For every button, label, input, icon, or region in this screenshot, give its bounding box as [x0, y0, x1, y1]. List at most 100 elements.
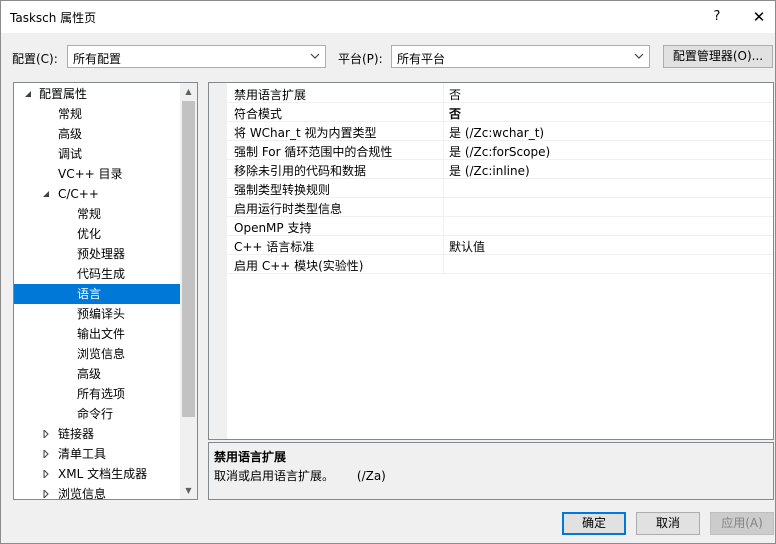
scrollbar-thumb[interactable] — [182, 101, 195, 417]
tree-item[interactable]: 高级 — [14, 124, 180, 144]
platform-label: 平台(P): — [338, 52, 383, 66]
tree-item[interactable]: 常规 — [14, 104, 180, 124]
tree-item-label: 链接器 — [58, 427, 95, 441]
scroll-up-icon[interactable]: ▲ — [180, 83, 197, 100]
tree-scrollbar[interactable]: ▲ ▼ — [180, 83, 197, 499]
tree-item-label: 命令行 — [77, 407, 114, 421]
property-row[interactable]: C++ 语言标准 默认值 — [209, 236, 773, 255]
property-value[interactable]: 否 — [449, 105, 461, 122]
tree-item-label: 常规 — [58, 107, 83, 121]
property-name: 将 WChar_t 视为内置类型 — [234, 126, 377, 140]
tree-item-label: 优化 — [77, 227, 102, 241]
cancel-button[interactable]: 取消 — [636, 512, 700, 535]
description-panel: 禁用语言扩展 取消或启用语言扩展。 (/Za) — [208, 442, 774, 500]
collapsed-triangle-icon[interactable] — [42, 470, 50, 478]
chevron-down-icon — [310, 53, 320, 59]
tree-item[interactable]: 所有选项 — [14, 384, 180, 404]
tree-item[interactable]: 配置属性 — [14, 84, 180, 104]
property-row[interactable]: 符合模式 否 — [209, 103, 773, 122]
tree-item-label: C/C++ — [58, 187, 99, 201]
tree-item-label: 高级 — [58, 127, 83, 141]
property-name: 符合模式 — [234, 107, 283, 121]
property-name: 强制类型转换规则 — [234, 183, 331, 197]
tree-item-label: VC++ 目录 — [58, 167, 123, 181]
tree-item[interactable]: 清单工具 — [14, 444, 180, 464]
tree-item-label: XML 文档生成器 — [58, 467, 148, 481]
tree-item-label: 预处理器 — [77, 247, 126, 261]
tree-item-label: 浏览信息 — [77, 347, 126, 361]
config-dropdown-value: 所有配置 — [73, 52, 122, 66]
apply-button[interactable]: 应用(A) — [710, 512, 774, 535]
tree-item-label: 浏览信息 — [58, 487, 107, 500]
property-row[interactable]: 移除未引用的代码和数据 是 (/Zc:inline) — [209, 160, 773, 179]
title-bar: Tasksch 属性页 ? ✕ — [1, 1, 775, 33]
property-row[interactable]: 将 WChar_t 视为内置类型 是 (/Zc:wchar_t) — [209, 122, 773, 141]
tree-item-label: 代码生成 — [77, 267, 126, 281]
help-button[interactable]: ? — [701, 4, 733, 30]
tree-item[interactable]: 常规 — [14, 204, 180, 224]
description-title: 禁用语言扩展 — [214, 450, 287, 464]
tree-item-label: 高级 — [77, 367, 102, 381]
tree-item-label: 清单工具 — [58, 447, 107, 461]
property-value[interactable]: 是 (/Zc:forScope) — [449, 143, 550, 160]
platform-dropdown-value: 所有平台 — [397, 52, 446, 66]
expanded-triangle-icon[interactable] — [24, 90, 32, 98]
property-name: OpenMP 支持 — [234, 221, 312, 235]
tree-item[interactable]: 调试 — [14, 144, 180, 164]
chevron-down-icon — [634, 53, 644, 59]
config-manager-button[interactable]: 配置管理器(O)... — [663, 45, 773, 68]
property-name: 强制 For 循环范围中的合规性 — [234, 145, 393, 159]
property-row[interactable]: 强制类型转换规则 — [209, 179, 773, 198]
property-grid: 禁用语言扩展否符合模式否将 WChar_t 视为内置类型是 (/Zc:wchar… — [208, 82, 774, 440]
property-name: 移除未引用的代码和数据 — [234, 164, 367, 178]
property-value[interactable]: 是 (/Zc:wchar_t) — [449, 124, 544, 141]
property-tree: 配置属性 常规 高级 调试 VC++ 目录 C/C++ 常规 优化 预处理器 代码生成 语言 预编译头… — [13, 82, 198, 500]
property-value[interactable]: 默认值 — [449, 238, 485, 255]
collapsed-triangle-icon[interactable] — [42, 450, 50, 458]
tree-item[interactable]: 输出文件 — [14, 324, 180, 344]
tree-item[interactable]: 链接器 — [14, 424, 180, 444]
tree-item[interactable]: 代码生成 — [14, 264, 180, 284]
tree-item-label: 调试 — [58, 147, 83, 161]
tree-item[interactable]: 浏览信息 — [14, 484, 180, 500]
expanded-triangle-icon[interactable] — [42, 190, 50, 198]
property-row[interactable]: 禁用语言扩展 否 — [209, 84, 773, 103]
tree-item[interactable]: 预处理器 — [14, 244, 180, 264]
tree-item[interactable]: 浏览信息 — [14, 344, 180, 364]
property-name: 禁用语言扩展 — [234, 88, 307, 102]
tree-item[interactable]: VC++ 目录 — [14, 164, 180, 184]
tree-item-label: 配置属性 — [39, 87, 88, 101]
tree-item-label: 输出文件 — [77, 327, 126, 341]
platform-dropdown[interactable]: 所有平台 — [391, 45, 650, 68]
properties-dialog: Tasksch 属性页 ? ✕ 配置(C): 所有配置 平台(P): 所有平台 … — [0, 0, 776, 544]
property-value[interactable]: 是 (/Zc:inline) — [449, 162, 530, 179]
tree-item[interactable]: 优化 — [14, 224, 180, 244]
property-row[interactable]: OpenMP 支持 — [209, 217, 773, 236]
tree-item[interactable]: 预编译头 — [14, 304, 180, 324]
tree-item-label: 所有选项 — [77, 387, 126, 401]
property-row[interactable]: 启用 C++ 模块(实验性) — [209, 255, 773, 274]
property-row[interactable]: 启用运行时类型信息 — [209, 198, 773, 217]
grid-column-divider[interactable] — [443, 83, 444, 273]
tree-item[interactable]: C/C++ — [14, 184, 180, 204]
window-title: Tasksch 属性页 — [10, 11, 97, 25]
property-row[interactable]: 强制 For 循环范围中的合规性 是 (/Zc:forScope) — [209, 141, 773, 160]
config-label: 配置(C): — [12, 52, 58, 66]
collapsed-triangle-icon[interactable] — [42, 430, 50, 438]
property-name: 启用运行时类型信息 — [234, 202, 343, 216]
tree-item-label: 常规 — [77, 207, 102, 221]
tree-item[interactable]: 高级 — [14, 364, 180, 384]
tree-item[interactable]: XML 文档生成器 — [14, 464, 180, 484]
property-name: 启用 C++ 模块(实验性) — [234, 259, 364, 273]
collapsed-triangle-icon[interactable] — [42, 490, 50, 498]
tree-item-label: 预编译头 — [77, 307, 126, 321]
property-value[interactable]: 否 — [449, 86, 461, 103]
description-text: 取消或启用语言扩展。 (/Za) — [214, 469, 386, 483]
tree-item-label: 语言 — [77, 287, 102, 301]
tree-item[interactable]: 语言 — [14, 284, 180, 304]
ok-button[interactable]: 确定 — [562, 512, 626, 535]
config-dropdown[interactable]: 所有配置 — [67, 45, 326, 68]
tree-item[interactable]: 命令行 — [14, 404, 180, 424]
close-button[interactable]: ✕ — [743, 4, 775, 30]
scroll-down-icon[interactable]: ▼ — [180, 482, 197, 499]
